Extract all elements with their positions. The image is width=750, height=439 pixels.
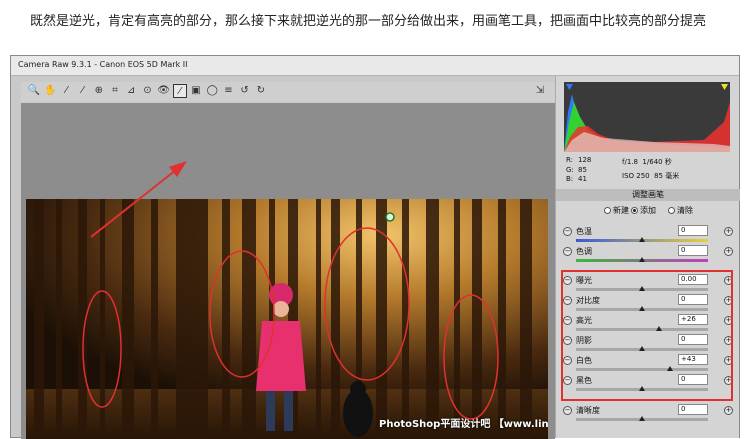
b-value: 41 [578, 175, 587, 183]
slider-row-0: − 色温 0 + [556, 224, 740, 244]
decrease-icon[interactable]: − [563, 247, 572, 256]
slider-row-8: − 清晰度 0 + [556, 403, 740, 423]
histogram [564, 82, 730, 152]
right-panel: R: 128 G: 85 B: 41 f/1.8 1/640 秒 ISO 250 85… [555, 76, 740, 438]
slider-value-field[interactable]: 0 [678, 225, 708, 236]
mode-radio-2[interactable]: 清除 [668, 205, 693, 216]
radio-icon[interactable] [631, 207, 638, 214]
camera-iso-info: ISO 250 85 毫米 [622, 171, 679, 181]
straighten-icon[interactable]: ⊿ [124, 84, 138, 98]
slider-value-field[interactable]: 0 [678, 245, 708, 256]
open-preferences-icon[interactable]: ⇲ [533, 84, 547, 98]
color-sampler-icon[interactable]: ⁄ [76, 84, 90, 98]
crop-icon[interactable]: ⌗ [108, 84, 122, 98]
white-balance-icon[interactable]: ⁄ [59, 84, 73, 98]
target-adjust-icon[interactable]: ⊕ [92, 84, 106, 98]
r-label: R: [566, 156, 574, 164]
preview-photo[interactable]: PhotoShop平面设计吧 【www.lingcz.com/tieba/103… [26, 199, 548, 439]
annotation-arrow-head [169, 161, 187, 177]
hand-icon[interactable]: ✋ [43, 84, 57, 98]
slider-value-field[interactable]: 0 [678, 404, 708, 415]
preview-canvas[interactable]: PhotoShop平面设计吧 【www.lingcz.com/tieba/103… [21, 103, 555, 439]
rotate-cw-icon[interactable]: ↻ [254, 84, 268, 98]
mode-radio-0[interactable]: 新建 [604, 205, 629, 216]
radio-icon[interactable] [668, 207, 675, 214]
spot-removal-icon[interactable]: ⊙ [140, 84, 154, 98]
camera-exposure-info: f/1.8 1/640 秒 [622, 157, 672, 167]
increase-icon[interactable]: + [724, 227, 733, 236]
window-titlebar: Camera Raw 9.3.1 - Canon EOS 5D Mark II [11, 56, 739, 76]
increase-icon[interactable]: + [724, 406, 733, 415]
aperture: f/1.8 [622, 158, 638, 166]
decrease-icon[interactable]: − [563, 406, 572, 415]
r-value: 128 [578, 156, 592, 164]
graduated-filter-icon[interactable]: ▣ [189, 84, 203, 98]
zoom-icon[interactable]: 🔍 [27, 84, 41, 98]
tutorial-caption: 既然是逆光，肯定有高亮的部分，那么接下来就把逆光的那一部分给做出来，用画笔工具，… [0, 0, 750, 44]
mode-label: 新建 [613, 206, 629, 215]
slider-thumb[interactable] [639, 416, 645, 421]
forest-photo [26, 199, 548, 439]
mode-label: 清除 [677, 206, 693, 215]
red-eye-icon[interactable]: 👁 [157, 84, 171, 98]
window-title: Camera Raw 9.3.1 - Canon EOS 5D Mark II [18, 60, 188, 69]
slider-row-1: − 色调 0 + [556, 244, 740, 264]
annotation-highlight-box [561, 270, 733, 401]
presets-list-icon[interactable]: ≡ [221, 84, 235, 98]
radial-filter-icon[interactable]: ◯ [205, 84, 219, 98]
rgb-values: R: 128 G: 85 B: 41 [566, 156, 592, 185]
rgb-readout: R: 128 G: 85 B: 41 f/1.8 1/640 秒 ISO 250 85… [564, 156, 730, 186]
mode-radio-1[interactable]: 添加 [631, 205, 656, 216]
iso: ISO 250 [622, 172, 650, 180]
tool-bar: 🔍 ✋ ⁄ ⁄ ⊕ ⌗ ⊿ ⊙ 👁 ⁄ ▣ ◯ ≡ ↺ ↻ [21, 82, 555, 102]
focal-length: 85 毫米 [654, 172, 680, 180]
brush-mode-group: 新建 添加 清除 [556, 204, 740, 218]
b-label: B: [566, 175, 574, 183]
camera-raw-window: Camera Raw 9.3.1 - Canon EOS 5D Mark II … [10, 55, 740, 439]
slider-thumb[interactable] [639, 237, 645, 242]
panel-title: 调整画笔 [556, 189, 740, 201]
watermark-text: PhotoShop平面设计吧 【www.lingcz.com/tieba/103… [379, 419, 548, 430]
shutter: 1/640 秒 [642, 158, 672, 166]
adjustment-brush-icon[interactable]: ⁄ [172, 84, 187, 98]
g-value: 85 [578, 165, 587, 174]
decrease-icon[interactable]: − [563, 227, 572, 236]
radio-icon[interactable] [604, 207, 611, 214]
mode-label: 添加 [640, 206, 656, 215]
increase-icon[interactable]: + [724, 247, 733, 256]
g-label: G: [566, 165, 574, 174]
slider-label: 色调 [576, 247, 592, 256]
slider-thumb[interactable] [639, 257, 645, 262]
caption-text: 既然是逆光，肯定有高亮的部分，那么接下来就把逆光的那一部分给做出来，用画笔工具，… [30, 14, 707, 29]
slider-label: 清晰度 [576, 406, 600, 415]
rotate-ccw-icon[interactable]: ↺ [238, 84, 252, 98]
slider-label: 色温 [576, 227, 592, 236]
